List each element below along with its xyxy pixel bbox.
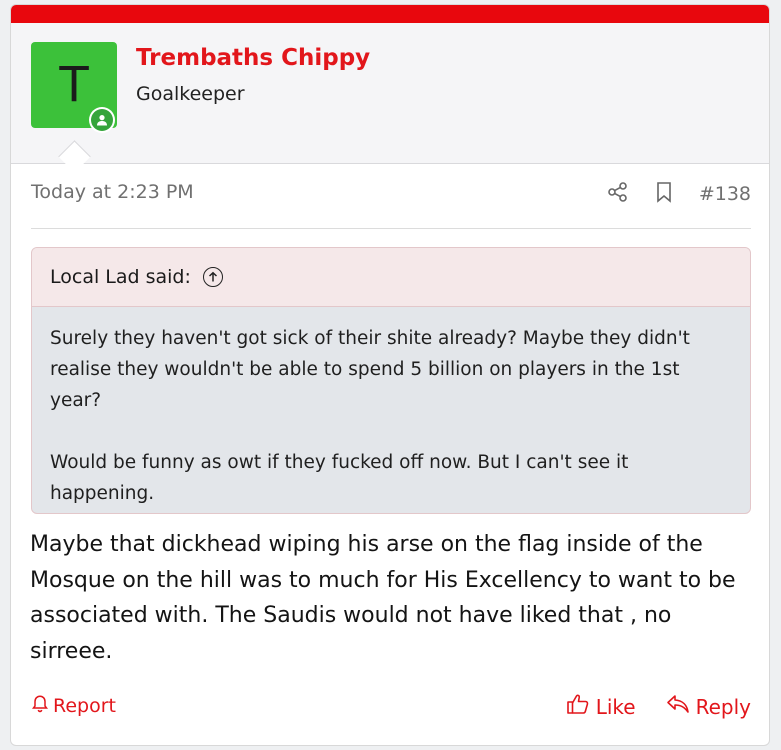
post-meta-icons: #138 (607, 181, 751, 207)
divider (31, 228, 751, 229)
accent-bar (11, 5, 769, 23)
post-message: Maybe that dickhead wiping his arse on t… (30, 532, 736, 664)
online-status-badge (89, 107, 115, 133)
user-title: Goalkeeper (136, 83, 245, 105)
right-actions: Like Reply (566, 693, 751, 720)
post-card: T Trembaths Chippy Goalkeeper Today at 2… (10, 4, 770, 746)
quote-paragraph: Would be funny as owt if they fucked off… (50, 452, 629, 504)
user-block: T Trembaths Chippy Goalkeeper (11, 23, 769, 164)
reply-button[interactable]: Reply (666, 693, 751, 720)
avatar-letter: T (59, 57, 89, 113)
quote-header: Local Lad said: (32, 248, 750, 307)
reply-arrow-icon (666, 694, 690, 719)
online-user-icon (91, 109, 113, 131)
report-button[interactable]: Report (31, 693, 116, 718)
report-label: Report (53, 694, 116, 717)
bell-icon (31, 693, 49, 718)
bookmark-icon[interactable] (655, 181, 673, 207)
post-date-link[interactable]: Today at 2:23 PM (31, 181, 194, 203)
quote-paragraph: Surely they haven't got sick of their sh… (50, 328, 690, 411)
reply-label: Reply (695, 694, 751, 719)
post-meta: Today at 2:23 PM #138 (31, 181, 751, 207)
arrow-up-circle-icon[interactable] (202, 267, 223, 287)
username-link[interactable]: Trembaths Chippy (136, 45, 370, 71)
quote-block: Local Lad said: Surely they haven't got … (31, 247, 751, 514)
quote-body: Surely they haven't got sick of their sh… (32, 307, 750, 509)
share-icon[interactable] (607, 181, 629, 207)
post-actions: Report Like Reply (31, 693, 751, 721)
like-button[interactable]: Like (566, 693, 636, 720)
thumbs-up-icon (566, 693, 590, 720)
quote-attribution[interactable]: Local Lad said: (50, 266, 191, 288)
like-label: Like (595, 694, 636, 719)
post-number-link[interactable]: #138 (699, 183, 751, 205)
